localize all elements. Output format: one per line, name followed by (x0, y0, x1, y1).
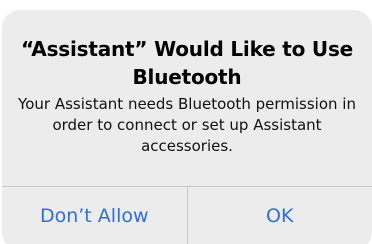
dont-allow-button[interactable]: Don’t Allow (2, 187, 188, 244)
alert-message: Your Assistant needs Bluetooth permissio… (18, 95, 356, 155)
alert-title: “Assistant” Would Like to Use Bluetooth (20, 37, 354, 89)
bluetooth-permission-alert: “Assistant” Would Like to Use Bluetooth … (2, 10, 372, 244)
alert-body: “Assistant” Would Like to Use Bluetooth … (2, 10, 372, 187)
screen: “Assistant” Would Like to Use Bluetooth … (0, 0, 372, 244)
ok-button[interactable]: OK (188, 187, 372, 244)
alert-button-row: Don’t Allow OK (2, 187, 372, 244)
